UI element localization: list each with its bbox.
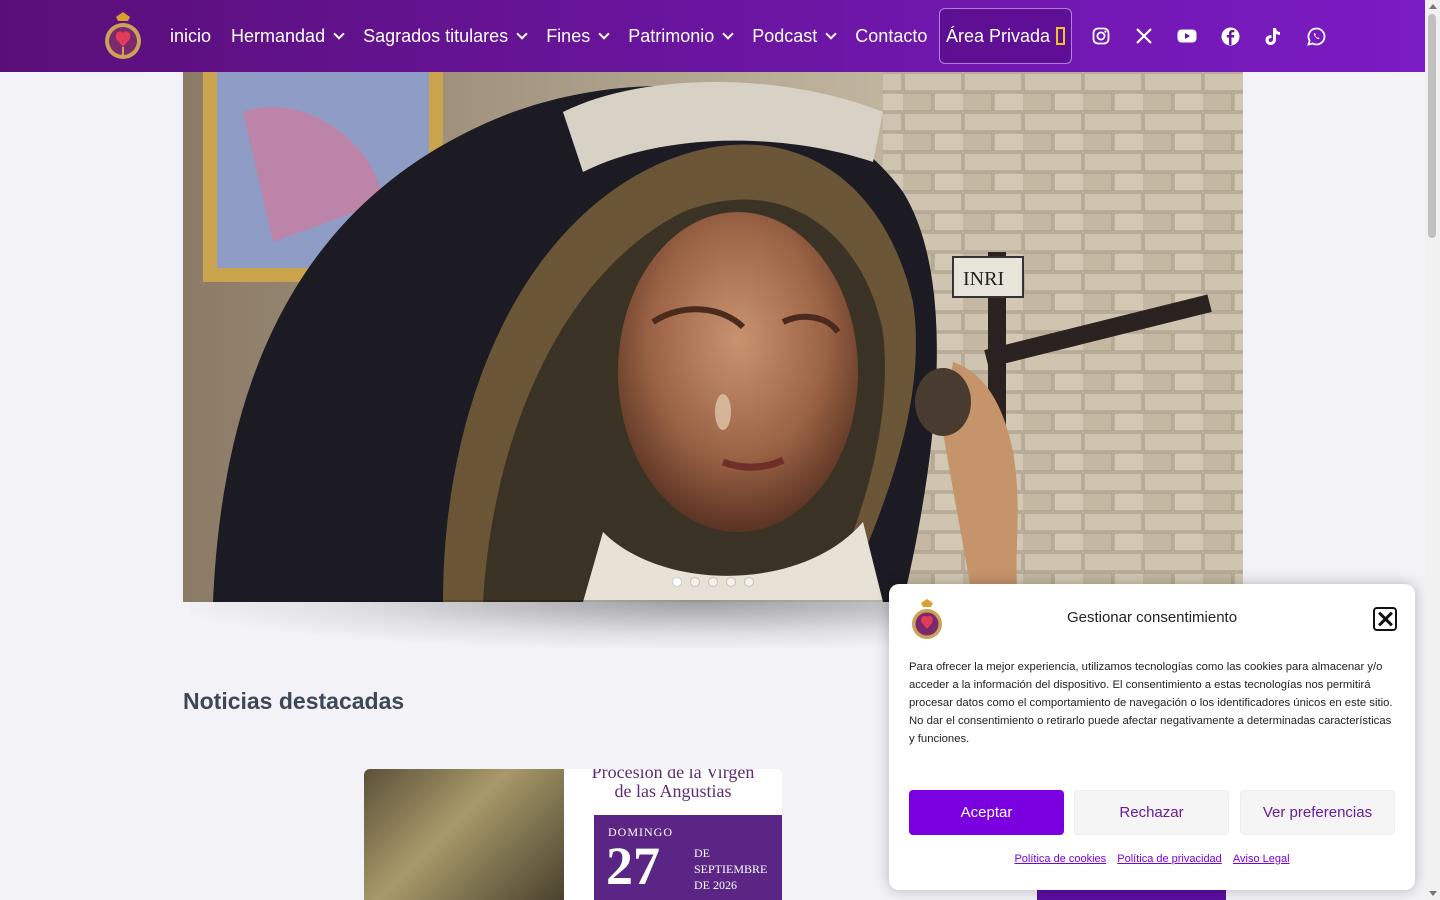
date-line2: SEPTIEMBRE xyxy=(694,862,768,876)
section-title-featured-news: Noticias destacadas xyxy=(183,688,405,714)
x-twitter-icon[interactable] xyxy=(1132,24,1156,48)
poster-title-line2: de las Angustias xyxy=(614,781,732,801)
news-card[interactable]: Procesión de la Virgen de las Angustias … xyxy=(364,769,782,900)
chevron-down-icon xyxy=(516,27,528,40)
top-navigation-bar: inicio Hermandad Sagrados titulares Fine… xyxy=(0,0,1425,72)
menu-item-label: Hermandad xyxy=(231,25,326,46)
date-line3: DE 2026 xyxy=(694,878,737,892)
scroll-down-arrow-icon[interactable] xyxy=(1429,891,1437,896)
lock-icon xyxy=(1056,27,1066,45)
menu-item-contacto[interactable]: Contacto xyxy=(855,26,927,47)
reject-button[interactable]: Rechazar xyxy=(1074,790,1229,835)
slider-dot-3[interactable] xyxy=(708,577,718,587)
menu-item-label: Fines xyxy=(546,25,591,46)
tiktok-icon[interactable] xyxy=(1261,24,1285,48)
inri-sign: INRI xyxy=(963,268,1004,290)
slider-dot-2[interactable] xyxy=(690,577,700,587)
menu-item-label: Podcast xyxy=(752,25,818,46)
chevron-down-icon xyxy=(333,27,345,40)
slider-dot-1[interactable] xyxy=(672,577,682,587)
scroll-up-arrow-icon[interactable] xyxy=(1429,4,1437,9)
instagram-icon[interactable] xyxy=(1089,24,1113,48)
main-menu: inicio Hermandad Sagrados titulares Fine… xyxy=(170,0,947,72)
menu-item-label: Contacto xyxy=(855,25,928,46)
news-card-date-text: DE SEPTIEMBRE DE 2026 xyxy=(694,845,767,893)
menu-item-patrimonio[interactable]: Patrimonio xyxy=(628,25,734,47)
brotherhood-logo[interactable] xyxy=(102,11,144,61)
slider-pagination xyxy=(672,577,754,587)
slider-dot-5[interactable] xyxy=(744,577,754,587)
youtube-icon[interactable] xyxy=(1175,24,1199,48)
cookie-dialog-text: Para ofrecer la mejor experiencia, utili… xyxy=(909,661,1393,745)
menu-item-hermandad[interactable]: Hermandad xyxy=(231,25,345,47)
privacy-policy-link[interactable]: Política de privacidad xyxy=(1117,853,1222,865)
private-area-label: Área Privada xyxy=(945,25,1051,46)
accept-button[interactable]: Aceptar xyxy=(909,790,1064,835)
slider-dot-4[interactable] xyxy=(726,577,736,587)
cookie-consent-dialog: Gestionar consentimiento Para ofrecer la… xyxy=(889,584,1415,890)
hero-slider[interactable]: INRI xyxy=(183,72,1243,602)
menu-item-label: Sagrados titulares xyxy=(363,25,509,46)
chevron-down-icon xyxy=(722,27,734,40)
news-card-day-number: 27 xyxy=(606,836,660,896)
menu-item-label: Patrimonio xyxy=(628,25,715,46)
hero-drop-shadow xyxy=(190,600,910,648)
menu-item-inicio[interactable]: inicio xyxy=(170,26,211,47)
news-card-photo xyxy=(364,769,594,900)
menu-item-sagrados-titulares[interactable]: Sagrados titulares xyxy=(363,25,528,47)
facebook-icon[interactable] xyxy=(1218,24,1242,48)
close-icon[interactable] xyxy=(1373,607,1397,631)
cookie-dialog-links: Política de cookies Política de privacid… xyxy=(889,853,1415,865)
menu-item-fines[interactable]: Fines xyxy=(546,25,610,47)
private-area-button[interactable]: Área Privada xyxy=(939,8,1072,64)
whatsapp-icon[interactable] xyxy=(1304,24,1328,48)
menu-item-label: inicio xyxy=(170,25,212,46)
legal-notice-link[interactable]: Aviso Legal xyxy=(1233,853,1290,865)
chevron-down-icon xyxy=(825,27,837,40)
chevron-down-icon xyxy=(598,27,610,40)
cookie-dialog-title: Gestionar consentimiento xyxy=(1066,609,1238,626)
menu-item-podcast[interactable]: Podcast xyxy=(752,25,837,47)
date-line1: DE xyxy=(694,846,710,860)
view-preferences-button[interactable]: Ver preferencias xyxy=(1240,790,1395,835)
page-scrollbar[interactable] xyxy=(1425,0,1440,900)
scrollbar-thumb[interactable] xyxy=(1428,14,1436,238)
news-card-poster-title: Procesión de la Virgen de las Angustias xyxy=(564,769,782,801)
cookie-policy-link[interactable]: Política de cookies xyxy=(1014,853,1106,865)
hero-image: INRI xyxy=(183,72,1243,602)
